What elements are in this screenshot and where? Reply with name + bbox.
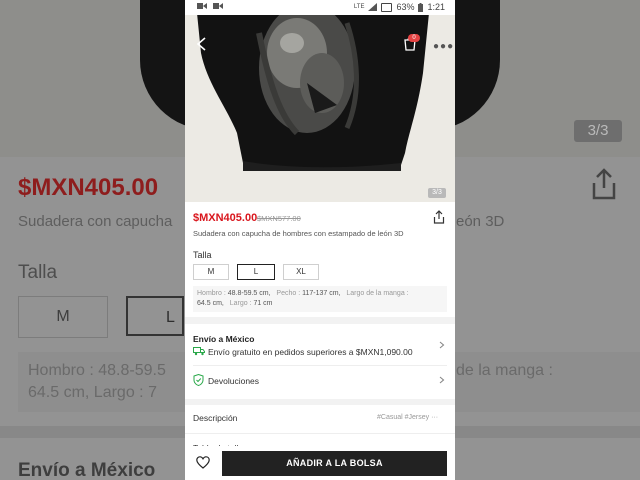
original-price: $MXN577.00	[257, 214, 301, 223]
size-option-m[interactable]: M	[193, 264, 229, 280]
description-tags: #Casual #Jersey ···	[377, 414, 438, 421]
description-row[interactable]: Descripción #Casual #Jersey ···	[185, 405, 455, 433]
bg-size-label: Talla	[18, 262, 58, 283]
image-counter: 3/3	[428, 188, 446, 198]
size-options: M L XL	[193, 264, 319, 280]
ellipsis-icon: ···	[431, 414, 439, 421]
shipping-title: Envío a México	[193, 334, 255, 344]
clock: 1:21	[427, 2, 445, 12]
phone-screen: LTE 63% 1:21 0 ●●● 3/3 $MXN405.00 $MXN57…	[185, 0, 455, 480]
status-bar: LTE 63% 1:21	[185, 0, 455, 15]
network-indicator: LTE	[353, 4, 365, 10]
shoulder-label: Hombro :	[197, 290, 226, 297]
tags-text: #Casual #Jersey	[377, 414, 430, 421]
chevron-right-icon[interactable]	[439, 376, 445, 384]
video-icon	[213, 3, 223, 9]
shield-check-icon	[193, 374, 204, 386]
bottom-action-bar: AÑADIR A LA BOLSA	[185, 446, 455, 480]
sleeve-label: Largo de la manga :	[346, 290, 409, 297]
product-info: $MXN405.00 $MXN577.00 Sudadera con capuc…	[185, 202, 455, 317]
battery-icon	[418, 2, 424, 12]
video-icon	[197, 3, 207, 9]
chest-value: 117-137 cm,	[302, 290, 341, 297]
bg-meas-right: de la manga :	[456, 362, 553, 379]
length-value: 71 cm	[253, 300, 273, 307]
length-label: Largo :	[229, 300, 252, 307]
chest-label: Pecho :	[276, 290, 301, 297]
size-option-xl[interactable]: XL	[283, 264, 319, 280]
size-option-l[interactable]: L	[237, 264, 275, 280]
cart-badge: 0	[408, 34, 420, 42]
bg-price: $MXN405.00	[18, 174, 159, 201]
product-title: Sudadera con capucha de hombres con esta…	[193, 229, 404, 238]
heart-icon[interactable]	[196, 456, 210, 469]
chevron-right-icon[interactable]	[439, 341, 445, 349]
truck-icon	[193, 347, 205, 356]
signal-icon	[368, 3, 378, 11]
bg-image-counter: 3/3	[574, 120, 622, 142]
box-icon	[381, 2, 393, 12]
share-icon[interactable]	[433, 210, 445, 224]
add-to-bag-button[interactable]: AÑADIR A LA BOLSA	[222, 451, 447, 476]
battery-percent: 63%	[396, 2, 415, 12]
back-arrow-icon[interactable]	[195, 37, 209, 51]
description-label: Descripción	[193, 413, 238, 423]
shipping-section: Envío a México Envío gratuito en pedidos…	[185, 324, 455, 399]
bg-meas-line2: 64.5 cm, Largo : 7	[28, 384, 157, 401]
bg-meas-line1: Hombro : 48.8-59.5	[28, 362, 166, 379]
size-measurements: Hombro : 48.8-59.5 cm, Pecho : 117-137 c…	[193, 286, 447, 312]
bg-size-m: M	[18, 296, 108, 338]
more-options-icon[interactable]: ●●●	[433, 41, 454, 52]
sleeve-value: 64.5 cm,	[197, 300, 224, 307]
returns-link[interactable]: Devoluciones	[208, 376, 259, 386]
bg-shipping-title: Envío a México	[18, 460, 156, 480]
bg-title-right: eón 3D	[456, 213, 505, 230]
product-image-gallery[interactable]: 0 ●●● 3/3	[185, 15, 455, 202]
hoodie-image	[197, 15, 429, 171]
size-label: Talla	[193, 250, 212, 260]
bg-size-l: L	[126, 296, 184, 336]
bg-share-icon	[592, 168, 616, 200]
divider	[193, 365, 447, 366]
bg-title: Sudadera con capucha	[18, 213, 173, 230]
shoulder-value: 48.8-59.5 cm,	[227, 290, 271, 297]
product-price: $MXN405.00	[193, 212, 258, 224]
free-shipping-text: Envío gratuito en pedidos superiores a $…	[208, 347, 413, 357]
